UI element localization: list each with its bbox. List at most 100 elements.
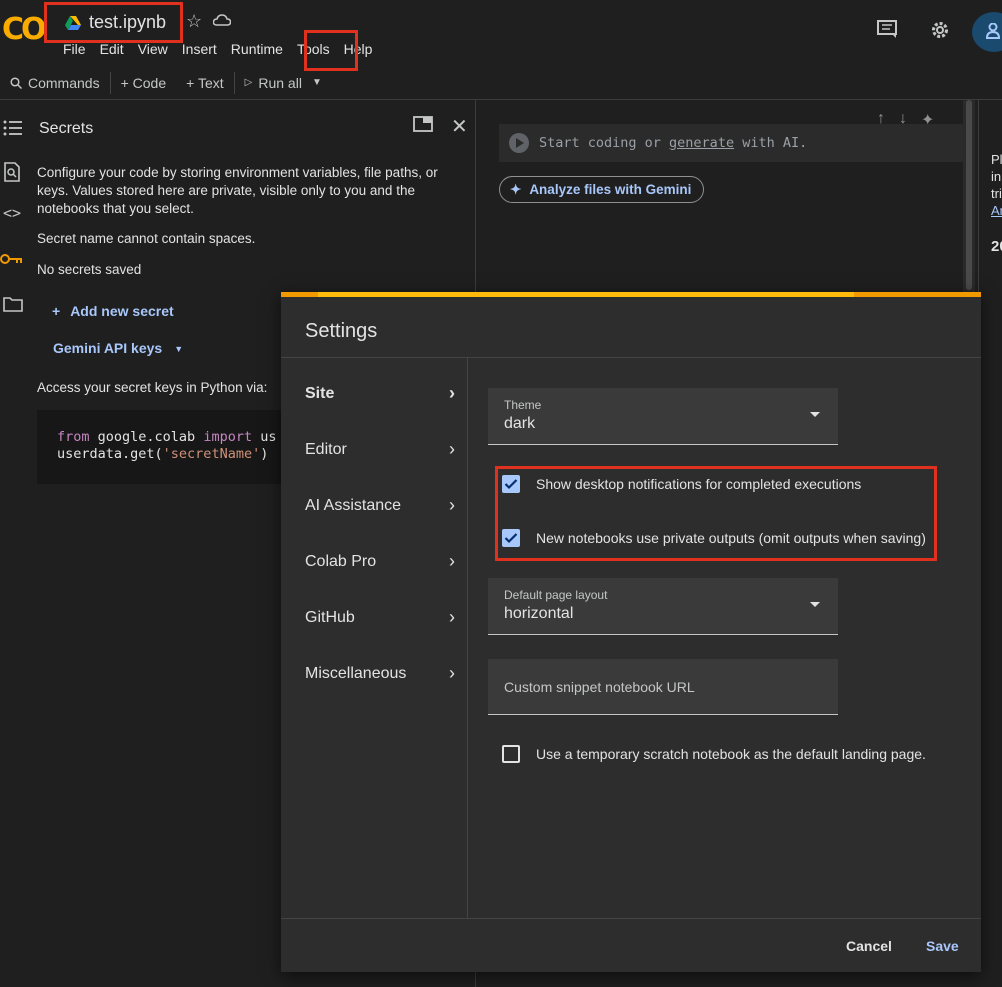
run-all-label: Run all [258,74,302,91]
settings-nav-ai-assistance[interactable]: AI Assistance › [305,495,455,516]
dropdown-arrow-icon [810,412,820,417]
right-panel-text: 20 [991,238,1002,255]
scratch-notebook-checkbox[interactable] [502,745,520,763]
scratch-notebook-label: Use a temporary scratch notebook as the … [536,746,926,762]
dropdown-arrow-icon [810,602,820,607]
find-icon[interactable] [3,162,21,182]
cloud-icon[interactable] [213,14,231,26]
comment-icon[interactable] [876,19,898,39]
commands-label: Commands [28,74,100,91]
chevron-right-icon: › [449,663,455,683]
gemini-api-keys-label: Gemini API keys [53,340,163,356]
nav-label: GitHub [305,608,355,626]
secrets-access-label: Access your secret keys in Python via: [37,380,268,395]
sparkle-icon: ✦ [510,181,522,197]
table-of-contents-icon[interactable] [3,120,23,136]
scratch-notebook-checkbox-row[interactable]: Use a temporary scratch notebook as the … [502,745,926,763]
code-text: us [252,429,277,445]
private-outputs-checkbox[interactable] [502,529,520,547]
settings-nav-site[interactable]: Site › [305,383,455,404]
dialog-divider [281,357,981,358]
google-drive-icon [65,15,81,30]
page-layout-select[interactable]: Default page layout horizontal [488,578,838,635]
close-icon[interactable]: ✕ [451,114,468,139]
run-all-button[interactable]: ▷ Run all [235,75,312,91]
cell-placeholder: Start coding or generate with AI. [539,135,807,151]
theme-value: dark [504,415,536,432]
settings-nav-editor[interactable]: Editor › [305,439,455,460]
secrets-warning: Secret name cannot contain spaces. [37,231,256,246]
code-snippets-icon[interactable]: <> [3,204,21,222]
notifications-checkbox[interactable] [502,475,520,493]
chevron-right-icon: › [449,495,455,515]
key-icon[interactable] [0,252,24,266]
run-cell-button[interactable] [499,124,539,162]
dialog-divider [467,358,468,918]
settings-title: Settings [305,320,378,342]
secrets-title: Secrets [39,120,94,137]
settings-dialog: Settings Site › Editor › AI Assistance › Co… [281,292,981,972]
cancel-button[interactable]: Cancel [846,938,892,954]
notifications-checkbox-row[interactable]: Show desktop notifications for completed… [502,475,861,493]
add-new-secret-button[interactable]: + Add new secret [52,303,174,319]
folder-icon[interactable] [3,296,23,312]
gemini-api-keys-dropdown[interactable]: Gemini API keys ▼ [53,340,183,358]
dialog-divider [281,918,981,919]
save-button[interactable]: Save [926,938,959,954]
menu-file[interactable]: File [56,40,93,58]
generate-link[interactable]: generate [669,135,734,151]
right-panel-text: in [991,169,1002,184]
search-icon [10,76,22,89]
secrets-description: Configure your code by storing environme… [37,165,438,216]
nav-label: AI Assistance [305,496,402,514]
colab-logo[interactable]: CO [2,12,46,47]
menu-edit[interactable]: Edit [93,40,131,58]
chevron-right-icon: › [449,607,455,627]
nav-label: Colab Pro [305,552,377,570]
cell-placeholder-suffix: with AI. [734,135,808,151]
notifications-label: Show desktop notifications for completed… [536,476,862,492]
analyze-files-gemini-button[interactable]: ✦ Analyze files with Gemini [499,176,704,203]
play-icon [509,133,529,153]
code-cell[interactable]: Start coding or generate with AI. [499,124,964,162]
chevron-right-icon: › [449,439,455,459]
dialog-progress-bar [318,292,854,297]
checkmark-icon [504,533,518,544]
gear-icon[interactable] [929,19,951,41]
right-panel-link[interactable]: Ar [991,203,1002,218]
play-outline-icon: ▷ [244,77,253,88]
right-side-panel: Pl in tri Ar 20 [978,100,1002,300]
cell-placeholder-prefix: Start coding or [539,135,670,151]
settings-nav-miscellaneous[interactable]: Miscellaneous › [305,663,455,684]
open-in-tab-icon[interactable] [413,116,433,132]
settings-nav-colab-pro[interactable]: Colab Pro › [305,551,455,572]
menu-view[interactable]: View [131,40,175,58]
nav-label: Site [305,384,335,402]
private-outputs-checkbox-row[interactable]: New notebooks use private outputs (omit … [502,529,926,547]
code-string: 'secretName' [162,446,261,462]
notebook-title[interactable]: test.ipynb [89,12,166,33]
add-code-button[interactable]: + Code [111,75,177,91]
chevron-right-icon: › [449,383,455,403]
notebook-toolbar: Commands + Code + Text ▷ Run all ▼ [0,66,1002,100]
notebook-scrollbar-thumb[interactable] [966,100,972,290]
plus-icon: + [52,303,61,319]
dropdown-arrow-icon: ▼ [174,344,184,354]
menu-runtime[interactable]: Runtime [224,40,290,58]
commands-button[interactable]: Commands [0,75,110,91]
page-layout-label: Default page layout [504,588,608,602]
code-module: google.colab [89,429,204,445]
star-icon[interactable]: ☆ [186,11,202,32]
theme-select[interactable]: Theme dark [488,388,838,445]
chevron-down-icon[interactable]: ▼ [312,77,322,88]
code-keyword: from [57,429,90,445]
add-text-button[interactable]: + Text [176,75,234,91]
snippet-url-input[interactable]: Custom snippet notebook URL [488,659,838,715]
chevron-right-icon: › [449,551,455,571]
avatar[interactable] [972,12,1002,52]
settings-nav-github[interactable]: GitHub › [305,607,455,628]
code-keyword: import [203,429,253,445]
right-panel-text: tri [991,186,1002,201]
menu-insert[interactable]: Insert [175,40,224,58]
nav-label: Miscellaneous [305,664,407,682]
